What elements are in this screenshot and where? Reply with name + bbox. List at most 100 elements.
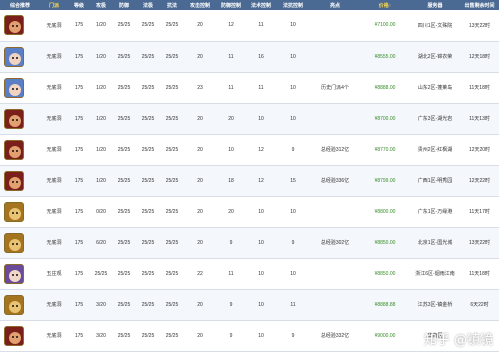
cell-gong: 3/20: [90, 289, 112, 321]
col-recommend[interactable]: 综合推荐: [0, 0, 40, 10]
cell-price[interactable]: ¥8850.00: [360, 258, 410, 290]
cell-c3: 10: [246, 103, 276, 135]
cell-server: 浙江6区-烟雨江南: [410, 258, 460, 290]
avatar-cell[interactable]: [0, 227, 40, 259]
cell-level: 175: [68, 10, 90, 42]
cell-highlight: 总经验332亿: [310, 320, 360, 352]
avatar-cell[interactable]: [0, 165, 40, 197]
cell-price[interactable]: ¥7100.00: [360, 10, 410, 42]
blue-lady-avatar-icon[interactable]: [4, 46, 24, 67]
cell-highlight: [310, 41, 360, 73]
table-row[interactable]: 无底洞 175 6/20 25/25 25/25 25/25 20 9 10 9 总经验302亿 ¥8…: [0, 227, 499, 259]
cell-kang: 25/25: [160, 41, 184, 73]
cell-price[interactable]: ¥8800.00: [360, 196, 410, 228]
col-fa[interactable]: 法极: [136, 0, 160, 10]
red-helmet-avatar-icon[interactable]: [4, 15, 24, 36]
blue-lady-avatar-icon[interactable]: [4, 77, 24, 98]
avatar-cell[interactable]: [0, 196, 40, 228]
col-server[interactable]: 服务器: [410, 0, 460, 10]
avatar-cell[interactable]: [0, 10, 40, 42]
gold-mask-avatar-icon[interactable]: [4, 294, 24, 315]
cell-highlight: 总经验302亿: [310, 227, 360, 259]
cell-school: 无底洞: [40, 227, 68, 259]
avatar-cell[interactable]: [0, 289, 40, 321]
table-row[interactable]: 无底洞 175 1/20 25/25 25/25 25/25 20 12 11 10 ¥7100.0…: [0, 10, 499, 42]
cell-highlight: [310, 289, 360, 321]
cell-time: 12天20时: [460, 134, 499, 166]
col-price[interactable]: 价格↑: [360, 0, 410, 10]
avatar-cell[interactable]: [0, 72, 40, 104]
red-helmet-avatar-icon[interactable]: [4, 108, 24, 129]
cell-fang: 25/25: [112, 103, 136, 135]
cell-fa: 25/25: [136, 165, 160, 197]
cell-level: 175: [68, 134, 90, 166]
cell-fang: 25/25: [112, 10, 136, 42]
col-school[interactable]: 门派: [40, 0, 68, 10]
cell-gong: 3/20: [90, 320, 112, 352]
cell-price[interactable]: ¥8770.00: [360, 134, 410, 166]
cell-price[interactable]: ¥8700.00: [360, 103, 410, 135]
table-row[interactable]: 无底洞 175 1/20 25/25 25/25 25/25 23 11 11 10 历史门派4个 ¥…: [0, 72, 499, 104]
cell-kang: 25/25: [160, 320, 184, 352]
red-helmet-avatar-icon[interactable]: [4, 139, 24, 160]
cell-c3: 12: [246, 134, 276, 166]
table-row[interactable]: 五庄观 175 25/25 25/25 25/25 25/25 22 11 10 10 ¥8850.…: [0, 258, 499, 290]
col-c2[interactable]: 防御控制: [216, 0, 246, 10]
col-c4[interactable]: 法抗控制: [276, 0, 310, 10]
col-gong[interactable]: 攻极: [90, 0, 112, 10]
avatar-cell[interactable]: [0, 103, 40, 135]
col-c1[interactable]: 攻击控制: [184, 0, 216, 10]
cell-price[interactable]: ¥8555.00: [360, 41, 410, 73]
cell-c2: 20: [216, 196, 246, 228]
cell-c3: 10: [246, 320, 276, 352]
cell-gong: 1/20: [90, 10, 112, 42]
cell-kang: 25/25: [160, 227, 184, 259]
cell-fang: 25/25: [112, 320, 136, 352]
red-helmet-avatar-icon[interactable]: [4, 325, 24, 346]
cell-price[interactable]: ¥8799.00: [360, 165, 410, 197]
cell-time: 6天22时: [460, 289, 499, 321]
cell-c1: 20: [184, 196, 216, 228]
purple-sage-avatar-icon[interactable]: [4, 263, 24, 284]
cell-level: 175: [68, 196, 90, 228]
col-c3[interactable]: 法术控制: [246, 0, 276, 10]
col-time[interactable]: 出售剩余时间: [460, 0, 499, 10]
col-highlight[interactable]: 亮点: [310, 0, 360, 10]
cell-server: 北京1区-国光城: [410, 227, 460, 259]
table-row[interactable]: 无底洞 175 0/20 25/25 25/25 25/25 20 20 10 10 ¥8800.0…: [0, 196, 499, 228]
col-level[interactable]: 等级: [68, 0, 90, 10]
cell-fa: 25/25: [136, 227, 160, 259]
cell-c4: 10: [276, 258, 310, 290]
gold-mask-avatar-icon[interactable]: [4, 201, 24, 222]
cell-fang: 25/25: [112, 258, 136, 290]
cell-level: 175: [68, 320, 90, 352]
cell-kang: 25/25: [160, 289, 184, 321]
watermark: 知乎 @镇镜: [423, 333, 493, 348]
cell-fa: 25/25: [136, 258, 160, 290]
avatar-cell[interactable]: [0, 134, 40, 166]
table-row[interactable]: 无底洞 175 1/20 25/25 25/25 25/25 20 11 16 10 ¥8555.0…: [0, 41, 499, 73]
cell-price[interactable]: ¥9000.00: [360, 320, 410, 352]
cell-gong: 1/20: [90, 134, 112, 166]
red-helmet-avatar-icon[interactable]: [4, 170, 24, 191]
table-row[interactable]: 无底洞 175 1/20 25/25 25/25 25/25 20 10 12 9 总经验312亿 ¥…: [0, 134, 499, 166]
avatar-cell[interactable]: [0, 41, 40, 73]
cell-price[interactable]: ¥8888.00: [360, 72, 410, 104]
cell-fang: 25/25: [112, 165, 136, 197]
cell-price[interactable]: ¥8888.88: [360, 289, 410, 321]
cell-time: 12天18时: [460, 41, 499, 73]
cell-highlight: [310, 258, 360, 290]
table-row[interactable]: 无底洞 175 3/20 25/25 25/25 25/25 20 9 10 11 ¥8888.88…: [0, 289, 499, 321]
gold-mask-avatar-icon[interactable]: [4, 232, 24, 253]
cell-fa: 25/25: [136, 10, 160, 42]
table-row[interactable]: 无底洞 175 1/20 25/25 25/25 25/25 20 18 12 15 总经验336亿…: [0, 165, 499, 197]
table-row[interactable]: 无底洞 175 1/20 25/25 25/25 25/25 20 20 10 10 ¥8700.0…: [0, 103, 499, 135]
col-kang[interactable]: 抗法: [160, 0, 184, 10]
cell-time: 13天22时: [460, 10, 499, 42]
avatar-cell[interactable]: [0, 320, 40, 352]
avatar-cell[interactable]: [0, 258, 40, 290]
cell-level: 175: [68, 103, 90, 135]
col-fang[interactable]: 防御: [112, 0, 136, 10]
cell-price[interactable]: ¥8850.00: [360, 227, 410, 259]
cell-level: 175: [68, 258, 90, 290]
